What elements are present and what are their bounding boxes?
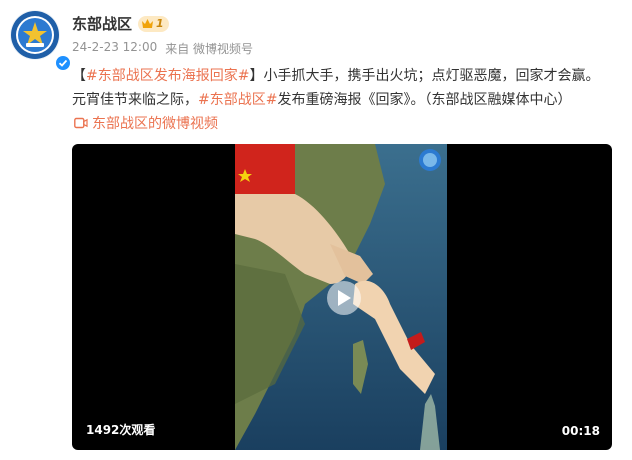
crown-icon	[142, 19, 154, 28]
video-link-label: 东部战区的微博视频	[92, 116, 218, 132]
avatar[interactable]	[10, 10, 71, 71]
post-body-2: 发布重磅海报《回家》。（东部战区融媒体中心）	[277, 92, 572, 108]
post-timestamp[interactable]: 24-2-23 12:00	[72, 40, 157, 57]
author-row: 东部战区 1	[72, 13, 169, 34]
video-camera-icon	[74, 117, 88, 129]
video-link[interactable]: 东部战区的微博视频	[72, 116, 218, 132]
post-text: 【#东部战区发布海报回家#】小手抓大手，携手出火坑；点灯驱恶魔，回家才会赢。元宵…	[72, 64, 612, 136]
play-icon	[338, 290, 351, 306]
verified-icon	[55, 55, 71, 71]
member-badge[interactable]: 1	[138, 15, 169, 32]
post-source: 来自 微博视频号	[165, 42, 254, 56]
topic-link-eastern[interactable]: #东部战区#	[198, 92, 277, 108]
eastern-theater-emblem-icon	[11, 11, 59, 59]
video-duration: 00:18	[561, 424, 600, 438]
topic-link-poster[interactable]: #东部战区发布海报回家#	[86, 68, 249, 84]
play-button[interactable]	[327, 281, 361, 315]
badge-level: 1	[156, 17, 164, 30]
view-count: 1492次观看	[86, 423, 156, 437]
bracket-close: 】	[249, 68, 264, 84]
post-meta: 24-2-23 12:00 来自 微博视频号	[72, 40, 253, 57]
video-player[interactable]: 1492次观看 00:18	[72, 144, 612, 450]
bracket-open: 【	[72, 68, 86, 84]
author-name[interactable]: 东部战区	[72, 13, 132, 34]
